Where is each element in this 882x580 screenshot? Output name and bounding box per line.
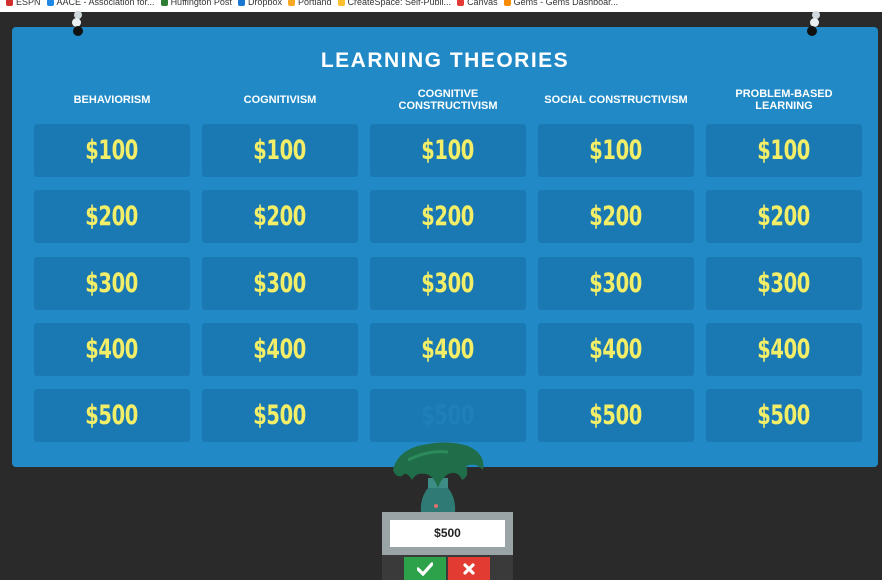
question-tile[interactable]: $200 xyxy=(202,190,358,243)
question-tile[interactable]: $300 xyxy=(202,257,358,310)
category-header: BEHAVIORISM xyxy=(73,94,151,106)
wager-panel xyxy=(382,512,513,555)
question-tile[interactable]: $300 xyxy=(706,257,862,310)
tile-value: $400 xyxy=(85,334,139,365)
wager-input[interactable] xyxy=(390,520,505,547)
tile-value: $300 xyxy=(253,268,307,299)
tile-value: $200 xyxy=(757,201,811,232)
question-tile[interactable]: $300 xyxy=(34,257,190,310)
category-header: COGNITIVE CONSTRUCTIVISM xyxy=(398,88,498,112)
bookmark-favicon-icon xyxy=(503,0,511,7)
wager-actions xyxy=(382,555,513,580)
question-tile[interactable]: $200 xyxy=(706,190,862,243)
bookmark-label: CreateSpace: Self-Publi... xyxy=(347,0,452,7)
tile-value: $500 xyxy=(421,400,475,431)
question-tile[interactable]: $500 xyxy=(202,389,358,442)
bookmarks-bar: ESPN AACE - Association for... Huffington … xyxy=(0,0,882,12)
cancel-button[interactable] xyxy=(448,557,490,580)
question-tile[interactable]: $500 xyxy=(706,389,862,442)
question-tile[interactable]: $400 xyxy=(370,323,526,376)
category-header: COGNITIVISM xyxy=(243,94,317,106)
bookmark-label: Huffington Post xyxy=(170,0,232,7)
tile-value: $400 xyxy=(589,334,643,365)
tile-value: $300 xyxy=(757,268,811,299)
bookmark-item[interactable]: Huffington Post xyxy=(160,0,232,8)
tile-value: $200 xyxy=(589,201,643,232)
confirm-button[interactable] xyxy=(404,557,446,580)
tile-value: $200 xyxy=(421,201,475,232)
check-icon xyxy=(417,561,433,576)
tile-value: $100 xyxy=(85,135,139,166)
bookmark-item[interactable]: ESPN xyxy=(6,0,41,8)
bookmark-label: Portland xyxy=(297,0,332,7)
board-title: LEARNING THEORIES xyxy=(320,49,570,72)
question-tile[interactable]: $400 xyxy=(34,323,190,376)
tree-player-avatar xyxy=(393,442,484,520)
bookmark-item[interactable]: AACE - Association for... xyxy=(46,0,155,8)
x-icon xyxy=(463,562,475,575)
tile-value: $100 xyxy=(757,135,811,166)
tile-value: $300 xyxy=(589,268,643,299)
tile-value: $400 xyxy=(253,334,307,365)
question-tile[interactable]: $300 xyxy=(370,257,526,310)
bookmark-item[interactable]: Portland xyxy=(287,0,332,8)
question-tile[interactable]: $500 xyxy=(34,389,190,442)
question-tile[interactable]: $500 xyxy=(538,389,694,442)
question-tile[interactable]: $200 xyxy=(34,190,190,243)
question-tile[interactable]: $100 xyxy=(706,124,862,177)
tile-value: $400 xyxy=(421,334,475,365)
question-tile[interactable]: $100 xyxy=(538,124,694,177)
bookmark-item[interactable]: Canvas xyxy=(457,0,498,8)
bookmark-favicon-icon xyxy=(457,0,465,7)
question-tile[interactable]: $400 xyxy=(202,323,358,376)
bookmark-label: Dropbox xyxy=(247,0,282,7)
bookmark-favicon-icon xyxy=(6,0,13,7)
tile-value: $100 xyxy=(421,135,475,166)
tile-value: $100 xyxy=(253,135,307,166)
tile-value: $200 xyxy=(253,201,307,232)
tile-value: $500 xyxy=(757,400,811,431)
tile-value: $300 xyxy=(421,268,475,299)
bookmark-item[interactable]: Dropbox xyxy=(237,0,282,8)
bookmark-label: Canvas xyxy=(467,0,498,7)
bookmark-item[interactable]: Gems - Gems Dashboar... xyxy=(503,0,619,8)
category-header: PROBLEM-BASED LEARNING xyxy=(735,88,833,112)
bookmark-label: AACE - Association for... xyxy=(56,0,155,7)
question-tile[interactable]: $200 xyxy=(538,190,694,243)
bookmark-favicon-icon xyxy=(337,0,345,7)
tile-value: $400 xyxy=(757,334,811,365)
question-tile[interactable]: $100 xyxy=(370,124,526,177)
tile-value: $500 xyxy=(253,400,307,431)
question-tile[interactable]: $300 xyxy=(538,257,694,310)
bookmark-label: Gems - Gems Dashboar... xyxy=(513,0,619,7)
bookmark-favicon-icon xyxy=(237,0,245,7)
bookmark-favicon-icon xyxy=(160,0,168,7)
bookmark-favicon-icon xyxy=(287,0,295,7)
tile-value: $100 xyxy=(589,135,643,166)
tile-value: $500 xyxy=(85,400,139,431)
category-header: SOCIAL CONSTRUCTIVISM xyxy=(544,94,688,106)
question-tile[interactable]: $400 xyxy=(706,323,862,376)
tile-value: $500 xyxy=(589,400,643,431)
question-tile[interactable]: $200 xyxy=(370,190,526,243)
question-tile[interactable]: $100 xyxy=(34,124,190,177)
tile-value: $300 xyxy=(85,268,139,299)
bookmark-favicon-icon xyxy=(46,0,54,7)
bookmark-label: ESPN xyxy=(16,0,41,7)
bookmark-item[interactable]: CreateSpace: Self-Publi... xyxy=(337,0,452,8)
tile-value: $200 xyxy=(85,201,139,232)
question-tile[interactable]: $400 xyxy=(538,323,694,376)
jeopardy-board: LEARNING THEORIES BEHAVIORISM $100 $200 $30… xyxy=(12,11,878,467)
question-tile[interactable]: $100 xyxy=(202,124,358,177)
question-tile: $500 xyxy=(370,389,526,442)
